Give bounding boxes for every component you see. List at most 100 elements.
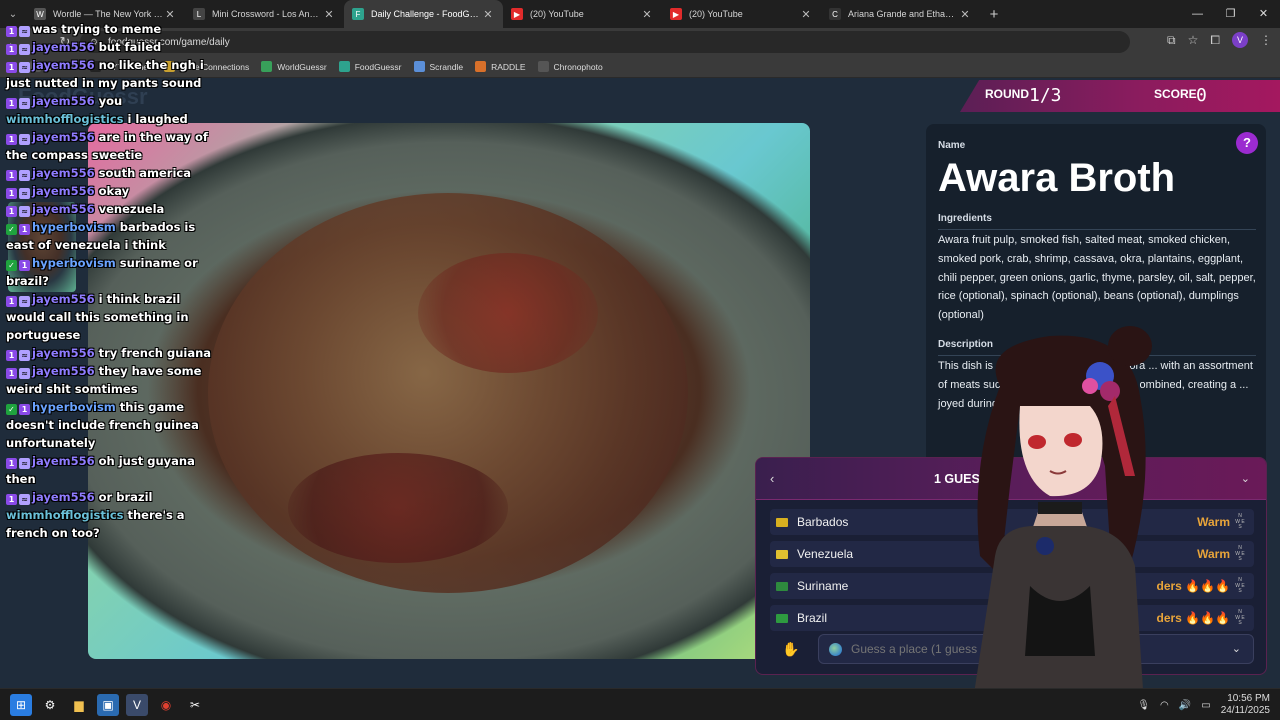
bookmark-item[interactable]: WorldGuessr [261,61,327,72]
clock-time: 10:56 PM [1227,693,1270,704]
chat-text: or brazil [98,490,153,504]
tab-close-icon[interactable]: ✕ [958,8,972,21]
new-tab-button[interactable]: + [980,6,1008,23]
chat-username: hyperbovism [32,400,116,414]
sub-badge-icon: 1 [6,206,17,217]
sub-badge-icon: 1 [6,350,17,361]
hint-icon[interactable]: ✋ [782,641,799,658]
guess-country: Brazil [797,611,828,625]
guess-input[interactable] [851,642,1211,656]
dropdown-chevron-icon[interactable]: ⌄ [1232,642,1241,655]
chat-message: 1 ≈ jayem556 oh just guyana then [6,452,218,488]
divider [938,229,1256,230]
guess-temperature: ders 🔥🔥🔥 [1156,579,1230,593]
close-window-icon[interactable]: ✕ [1247,0,1280,28]
guesses-remaining: 1 GUESS R [934,472,1001,486]
browser-tab[interactable]: F Daily Challenge - FoodGuessr |✕ [344,0,503,28]
clock[interactable]: 10:56 PM 24/11/2025 [1221,693,1270,717]
tab-title: Daily Challenge - FoodGuessr | [371,9,481,19]
settings-icon[interactable]: ⚙ [39,694,61,716]
tab-title: Wordle — The New York Times [53,9,163,19]
window-controls: — ❐ ✕ [1181,0,1280,28]
round-score-hud: ROUND 1/3 SCORE 0 [960,80,1280,112]
sub-badge-icon: 1 [6,62,17,73]
tab-close-icon[interactable]: ✕ [163,8,177,21]
chevron-down-icon[interactable]: ⌄ [1241,472,1250,485]
chat-username: jayem556 [32,130,95,144]
tab-favicon-icon: ▶ [670,8,682,20]
chat-message: 1 ≈ jayem556 okay [6,182,218,200]
chat-username: wimmhofflogistics [6,508,124,522]
capcut-icon[interactable]: ✂ [184,694,206,716]
vtube-studio-icon[interactable]: V [126,693,148,716]
sub-badge-icon: 1 [19,260,30,271]
guess-row: Brazil ders 🔥🔥🔥 N W ES [770,605,1254,631]
browser-tab[interactable]: ▶ (20) YouTube ✕ [503,0,662,28]
tab-favicon-icon: C [829,8,841,20]
guess-row: Suriname ders 🔥🔥🔥 N W ES [770,573,1254,599]
wifi-icon[interactable]: ◠ [1160,700,1169,711]
url-field[interactable]: ⚙ foodguessr.com/game/daily [80,31,1130,53]
bookmark-star-icon[interactable]: ☆ [1188,33,1199,47]
guess-temperature: Warm [1197,515,1230,529]
tab-close-icon[interactable]: ✕ [481,8,495,21]
guess-input-box[interactable]: ⌄ [818,634,1254,664]
tab-favicon-icon: W [34,8,46,20]
bookmark-item[interactable]: RADDLE [475,61,526,72]
chat-username: jayem556 [32,166,95,180]
photos-icon[interactable]: ▣ [97,693,119,716]
volume-icon[interactable]: 🔊 [1179,700,1191,711]
start-icon[interactable]: ⊞ [10,693,32,716]
chat-message: wimmhofflogistics i laughed [6,110,218,128]
emote-badge-icon: ≈ [19,296,30,307]
help-icon[interactable]: ? [1236,132,1258,154]
battery-icon[interactable]: ▭ [1201,700,1210,711]
tab-title: (20) YouTube [530,9,584,19]
chat-text: i laughed [127,112,188,126]
sub-badge-icon: 1 [6,368,17,379]
emote-badge-icon: ≈ [19,62,30,73]
chat-message: 1 ≈ jayem556 but failed [6,38,218,56]
sub-badge-icon: 1 [6,170,17,181]
mic-icon[interactable]: 🎙 [1137,700,1150,711]
profile-avatar[interactable]: V [1232,32,1248,48]
chat-message: 1 ≈ jayem556 are in the way of the compass … [6,128,218,164]
bookmark-item[interactable]: Chronophoto [537,61,603,72]
chat-message: 1 ≈ jayem556 or brazil [6,488,218,506]
sub-badge-icon: 1 [6,494,17,505]
country-flag-icon [776,581,788,591]
bookmark-label: FoodGuessr [354,61,402,72]
install-icon[interactable]: ⧉ [1167,33,1176,48]
browser-tab[interactable]: ▶ (20) YouTube ✕ [662,0,821,28]
check-badge-icon: ✓ [6,260,17,271]
minimize-icon[interactable]: — [1181,0,1214,28]
bookmark-label: Scrandle [429,61,464,72]
tab-favicon-icon: ▶ [511,8,523,20]
chat-text: you [98,94,123,108]
chat-message: 1 ≈ jayem556 i think brazil would call this… [6,290,218,344]
bookmark-favicon-icon [413,61,425,72]
chat-username: hyperbovism [32,256,116,270]
bookmark-item[interactable]: Scrandle [413,61,464,72]
tab-title: Mini Crossword - Los Angeles T [212,9,322,19]
browser-tab[interactable]: C Ariana Grande and Ethan Slate✕ [821,0,980,28]
chat-username: hyperbovism [32,220,116,234]
country-flag-icon [776,517,788,527]
extensions-icon[interactable]: ⧠ [1210,33,1220,48]
tab-close-icon[interactable]: ✕ [322,8,336,21]
bookmark-item[interactable]: FoodGuessr [338,61,402,72]
tab-close-icon[interactable]: ✕ [799,8,813,21]
file-explorer-icon[interactable]: ▆ [68,694,90,716]
guess-country: Barbados [797,515,849,529]
guess-country: Suriname [797,579,849,593]
tab-favicon-icon: L [193,8,205,20]
restore-icon[interactable]: ❐ [1214,0,1247,28]
chrome-icon[interactable]: ◉ [155,694,177,716]
guess-panel: ‹ 1 GUESS R ⌄ Barbados Warm N W E S Venezuela… [755,457,1267,675]
menu-icon[interactable]: ⋮ [1260,33,1272,47]
chat-username: jayem556 [32,94,95,108]
chat-username: jayem556 [32,454,95,468]
chat-text: was trying to meme [32,22,162,36]
chevron-left-icon[interactable]: ‹ [770,471,774,486]
tab-close-icon[interactable]: ✕ [640,8,654,21]
